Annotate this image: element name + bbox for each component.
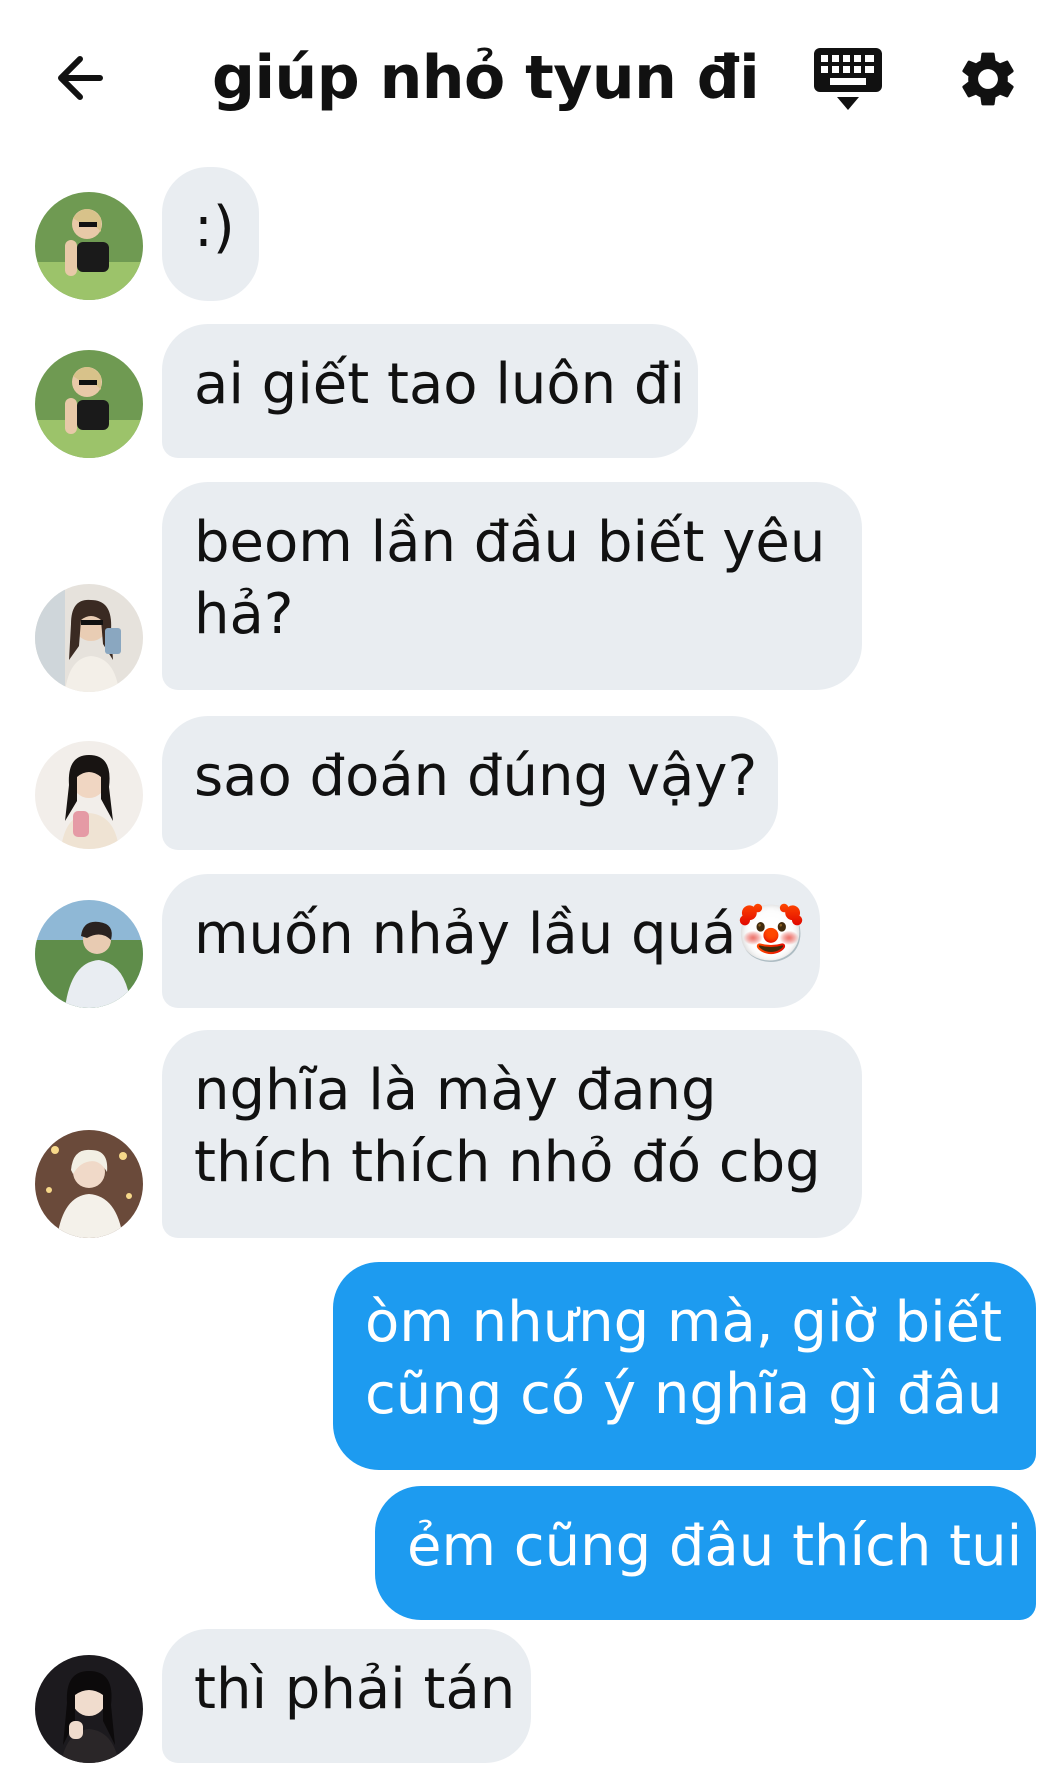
message-bubble[interactable]: beom lần đầu biết yêu hả?	[162, 482, 862, 690]
avatar[interactable]	[35, 192, 143, 300]
message-list: :) ai giết tao luôn đi beom lần đầu biết…	[0, 0, 1059, 1788]
message-bubble[interactable]: sao đoán đúng vậy?	[162, 716, 778, 850]
avatar[interactable]	[35, 741, 143, 849]
message-text: beom lần đầu biết yêu	[194, 510, 826, 575]
message-text: :)	[194, 195, 235, 260]
message-bubble-outgoing[interactable]: òm nhưng mà, giờ biết cũng có ý nghĩa gì…	[333, 1262, 1036, 1470]
message-bubble-outgoing[interactable]: ẻm cũng đâu thích tui	[375, 1486, 1036, 1620]
message-text: sao đoán đúng vậy?	[194, 744, 758, 809]
message-text: ẻm cũng đâu thích tui	[407, 1514, 1023, 1579]
message-text: òm nhưng mà, giờ biết	[365, 1290, 1003, 1355]
message-bubble[interactable]: :)	[162, 167, 259, 301]
message-text: hả?	[194, 582, 294, 647]
avatar[interactable]	[35, 1655, 143, 1763]
message-bubble[interactable]: thì phải tán	[162, 1629, 531, 1763]
avatar[interactable]	[35, 900, 143, 1008]
message-bubble[interactable]: muốn nhảy lầu quá🤡	[162, 874, 820, 1008]
message-text: muốn nhảy lầu quá🤡	[194, 902, 807, 967]
avatar[interactable]	[35, 350, 143, 458]
avatar[interactable]	[35, 1130, 143, 1238]
message-text: ai giết tao luôn đi	[194, 352, 686, 417]
message-text: nghĩa là mày đang	[194, 1058, 717, 1123]
message-text: thích thích nhỏ đó cbg	[194, 1130, 821, 1195]
avatar[interactable]	[35, 584, 143, 692]
message-bubble[interactable]: nghĩa là mày đang thích thích nhỏ đó cbg	[162, 1030, 862, 1238]
message-text: cũng có ý nghĩa gì đâu	[365, 1362, 1003, 1427]
message-bubble[interactable]: ai giết tao luôn đi	[162, 324, 698, 458]
message-text: thì phải tán	[194, 1657, 516, 1722]
